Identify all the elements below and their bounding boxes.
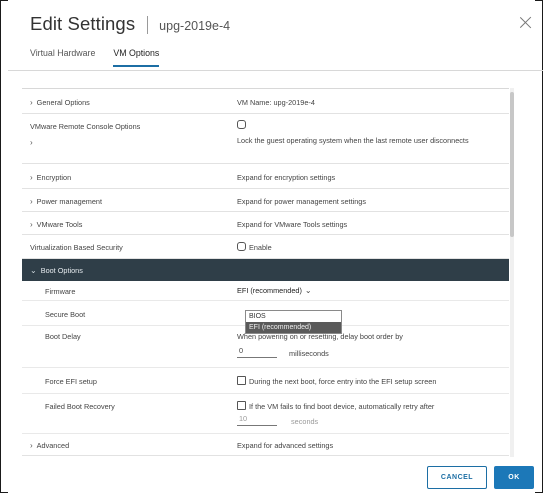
- row-label: Advanced: [36, 441, 70, 450]
- failed-boot-text: If the VM fails to find boot device, aut…: [249, 402, 435, 411]
- chevron-right-icon: ›: [30, 220, 33, 229]
- chevron-down-icon: ⌄: [30, 266, 37, 275]
- firmware-select[interactable]: EFI (recommended) ⌄: [237, 286, 312, 295]
- vertical-scrollbar[interactable]: [510, 88, 514, 457]
- row-vmware-tools[interactable]: › VMware Tools Expand for VMware Tools se…: [22, 212, 509, 235]
- row-label: Virtualization Based Security: [30, 243, 123, 252]
- failed-boot-unit: seconds: [291, 417, 319, 426]
- failed-boot-input[interactable]: 10: [237, 414, 277, 426]
- boot-delay-unit: milliseconds: [289, 349, 329, 358]
- chevron-down-icon: ⌄: [304, 286, 312, 295]
- row-power-management[interactable]: › Power management Expand for power manag…: [22, 189, 509, 212]
- row-vmrc-options[interactable]: VMware Remote Console Options › Lock the…: [22, 114, 509, 164]
- row-firmware: Firmware EFI (recommended) ⌄: [22, 281, 509, 301]
- row-label: General Options: [36, 98, 90, 107]
- tab-vm-options[interactable]: VM Options: [113, 47, 160, 67]
- row-label: VMware Tools: [36, 220, 83, 229]
- ok-button[interactable]: OK: [494, 466, 534, 489]
- row-label: Firmware: [45, 287, 76, 296]
- boot-delay-value: 0: [239, 346, 244, 355]
- row-boot-options-header[interactable]: ⌄ Boot Options: [22, 259, 509, 281]
- tab-virtual-hardware[interactable]: Virtual Hardware: [30, 47, 95, 65]
- row-label: Power management: [36, 197, 102, 206]
- lock-guest-checkbox[interactable]: [237, 120, 246, 129]
- tab-divider: [8, 70, 543, 71]
- dialog-header: Edit Settings upg-2019e-4: [30, 13, 230, 37]
- row-encryption[interactable]: › Encryption Expand for encryption settin…: [22, 164, 509, 189]
- tab-bar: Virtual Hardware VM Options: [30, 47, 177, 69]
- scrollbar-thumb[interactable]: [510, 92, 514, 237]
- dialog-subtitle: upg-2019e-4: [159, 19, 231, 33]
- force-efi-checkbox[interactable]: [237, 376, 246, 385]
- row-label: Force EFI setup: [45, 377, 97, 386]
- chevron-right-icon: ›: [30, 441, 33, 450]
- row-force-efi: Force EFI setup During the next boot, fo…: [22, 368, 509, 394]
- dialog-title: Edit Settings: [30, 13, 136, 34]
- row-value: Expand for advanced settings: [237, 441, 334, 450]
- row-label: VMware Remote Console Options: [30, 122, 141, 131]
- row-advanced[interactable]: › Advanced Expand for advanced settings: [22, 434, 509, 456]
- row-failed-boot-recovery: Failed Boot Recovery If the VM fails to …: [22, 394, 509, 434]
- row-value: VM Name: upg-2019e-4: [237, 98, 315, 107]
- chevron-right-icon: ›: [30, 98, 33, 107]
- row-label: Encryption: [36, 173, 72, 182]
- close-icon[interactable]: [517, 14, 535, 32]
- chevron-right-icon: ›: [30, 138, 33, 147]
- title-divider: [147, 16, 149, 34]
- vbs-enable-label: Enable: [249, 243, 272, 252]
- firmware-option-efi[interactable]: EFI (recommended): [246, 322, 341, 333]
- firmware-dropdown-menu: BIOS EFI (recommended): [245, 310, 342, 334]
- row-value: Expand for VMware Tools settings: [237, 220, 348, 229]
- failed-boot-checkbox[interactable]: [237, 401, 246, 410]
- row-vbs: Virtualization Based Security Enable: [22, 235, 509, 259]
- row-label: Boot Options: [40, 266, 83, 275]
- row-label: Secure Boot: [45, 310, 86, 319]
- row-general-options[interactable]: › General Options VM Name: upg-2019e-4: [22, 89, 509, 114]
- vbs-enable-checkbox[interactable]: [237, 242, 246, 251]
- chevron-right-icon: ›: [30, 197, 33, 206]
- vm-options-panel: › General Options VM Name: upg-2019e-4 VM…: [22, 88, 509, 458]
- boot-delay-input[interactable]: 0: [237, 346, 277, 358]
- row-label: Failed Boot Recovery: [45, 402, 115, 411]
- firmware-selected-value: EFI (recommended): [237, 286, 302, 295]
- row-value: Expand for encryption settings: [237, 173, 336, 182]
- chevron-right-icon: ›: [30, 173, 33, 182]
- row-value: Lock the guest operating system when the…: [237, 136, 469, 145]
- cancel-button[interactable]: CANCEL: [427, 466, 487, 489]
- row-label: Boot Delay: [45, 332, 81, 341]
- row-value: Expand for power management settings: [237, 197, 366, 206]
- failed-boot-value: 10: [239, 414, 248, 423]
- force-efi-text: During the next boot, force entry into t…: [249, 377, 437, 386]
- firmware-option-bios[interactable]: BIOS: [246, 311, 341, 322]
